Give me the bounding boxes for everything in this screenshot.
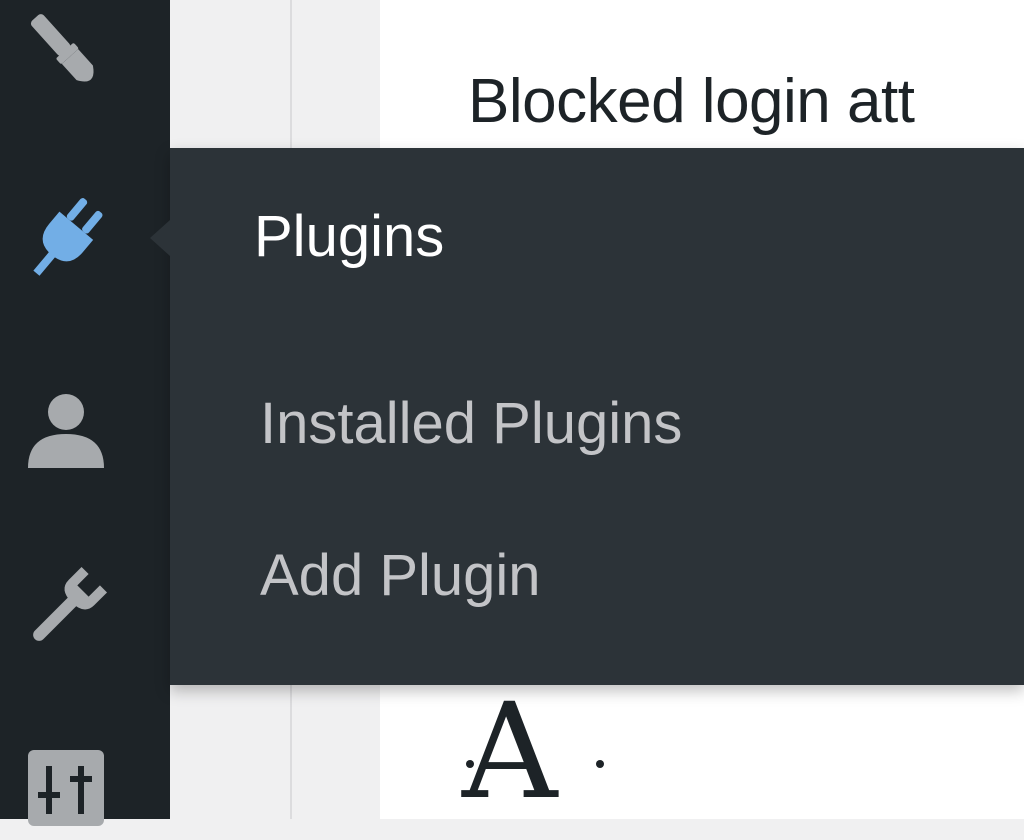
paintbrush-icon[interactable] bbox=[14, 0, 118, 104]
plug-icon[interactable] bbox=[14, 186, 118, 290]
flyout-pointer bbox=[150, 220, 170, 256]
sliders-icon[interactable] bbox=[14, 736, 118, 840]
menu-item-add-plugin[interactable]: Add Plugin bbox=[260, 542, 541, 609]
flyout-header-plugins[interactable]: Plugins bbox=[254, 203, 444, 270]
admin-sidebar bbox=[0, 0, 170, 826]
menu-item-installed-plugins[interactable]: Installed Plugins bbox=[260, 390, 682, 457]
user-icon[interactable] bbox=[14, 376, 118, 480]
font-preview-dots bbox=[466, 760, 604, 768]
wrench-icon[interactable] bbox=[14, 556, 118, 660]
plugins-flyout-menu: Plugins Installed Plugins Add Plugin bbox=[170, 148, 1024, 685]
card-title: Blocked login att bbox=[468, 67, 915, 136]
